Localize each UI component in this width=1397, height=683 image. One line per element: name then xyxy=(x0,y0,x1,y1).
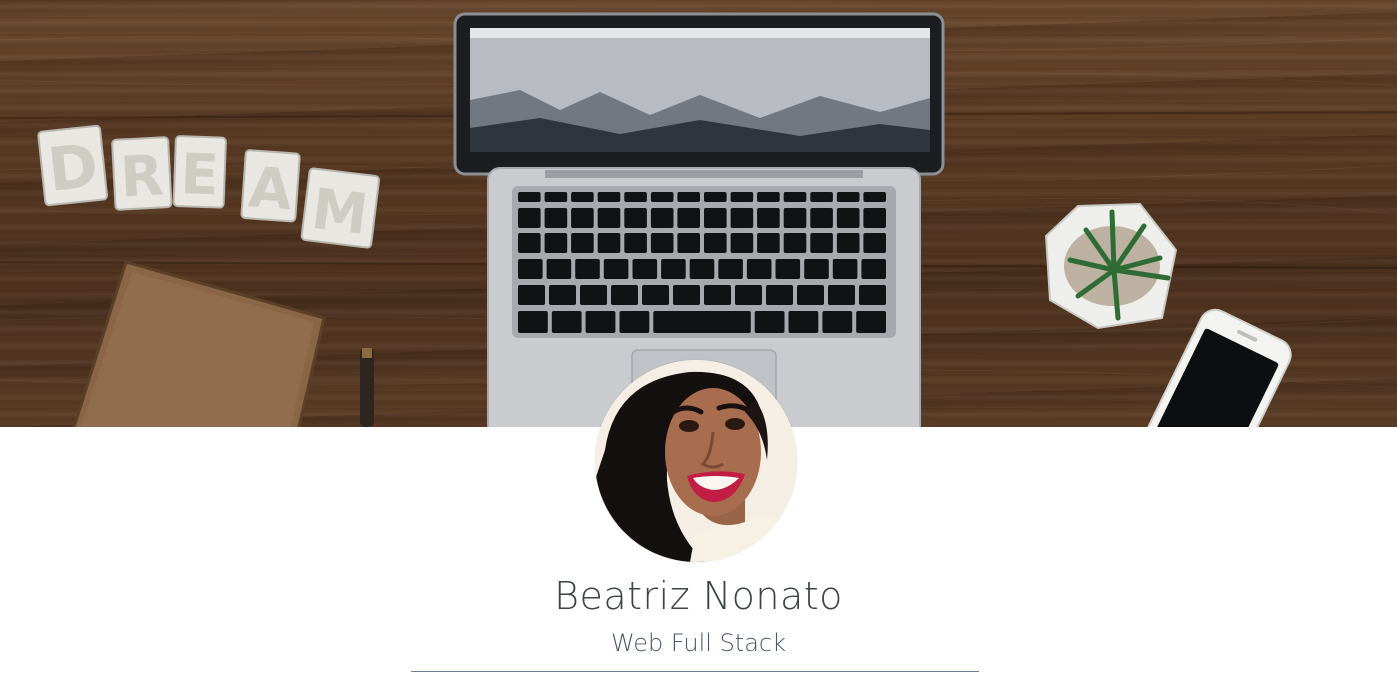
keyboard-key xyxy=(704,285,731,305)
keyboard-key xyxy=(518,208,541,228)
keyboard-key xyxy=(571,192,594,202)
keyboard-key xyxy=(863,208,886,228)
divider xyxy=(411,671,979,672)
svg-text:R: R xyxy=(119,143,165,210)
keyboard-key xyxy=(575,259,600,279)
keyboard-key xyxy=(551,311,582,333)
dream-letters: D R E A M xyxy=(37,124,381,249)
keyboard-key xyxy=(619,311,650,333)
keyboard-key xyxy=(518,259,543,279)
keyboard-key xyxy=(585,311,616,333)
keyboard-key xyxy=(597,233,621,253)
keyboard-key xyxy=(518,285,545,305)
keyboard-key xyxy=(810,192,833,202)
keyboard-key xyxy=(783,192,807,202)
keyboard-key xyxy=(603,259,629,279)
keyboard-key xyxy=(754,311,785,333)
keyboard-key xyxy=(746,259,772,279)
keyboard-key xyxy=(546,259,572,279)
keyboard-key xyxy=(597,192,621,202)
keyboard-key xyxy=(828,285,855,305)
keyboard-key xyxy=(836,208,860,228)
keyboard-key xyxy=(856,311,886,333)
keyboard-key xyxy=(661,259,686,279)
keyboard-key xyxy=(788,311,819,333)
keyboard-key xyxy=(624,233,647,253)
keyboard-key xyxy=(642,285,669,305)
avatar-photo xyxy=(595,360,797,562)
keyboard-key xyxy=(650,233,674,253)
keyboard-key xyxy=(677,192,700,202)
keyboard-key xyxy=(757,233,780,253)
keyboard-key xyxy=(624,192,647,202)
keyboard-key xyxy=(571,233,594,253)
keyboard-key xyxy=(704,233,727,253)
keyboard-key xyxy=(677,233,700,253)
keyboard-key xyxy=(632,259,658,279)
keyboard-key xyxy=(544,192,568,202)
keyboard-key xyxy=(597,208,621,228)
svg-text:M: M xyxy=(308,177,371,248)
profile-name: Beatriz Nonato xyxy=(554,574,843,618)
keyboard-key xyxy=(735,285,762,305)
keyboard-key xyxy=(822,311,853,333)
keyboard-key xyxy=(580,285,607,305)
keyboard-key xyxy=(863,192,886,202)
keyboard-key xyxy=(797,285,824,305)
phone xyxy=(1146,308,1292,427)
keyboard-key xyxy=(757,208,780,228)
keyboard-key xyxy=(832,259,858,279)
profile-avatar xyxy=(595,360,797,562)
keyboard-key xyxy=(810,233,833,253)
keyboard-key xyxy=(650,208,674,228)
pen xyxy=(360,348,374,427)
keyboard-key xyxy=(624,208,647,228)
keyboard-key xyxy=(571,208,594,228)
keyboard-key xyxy=(718,259,743,279)
keyboard-key xyxy=(518,192,541,202)
keyboard-key xyxy=(836,233,860,253)
keyboard-key xyxy=(836,192,860,202)
keyboard-key xyxy=(677,208,700,228)
keyboard-key xyxy=(611,285,638,305)
keyboard-key xyxy=(863,233,886,253)
keyboard-key xyxy=(518,311,548,333)
keyboard-key xyxy=(518,233,541,253)
keyboard-key xyxy=(653,311,751,333)
svg-text:D: D xyxy=(45,131,102,206)
keyboard-key xyxy=(730,208,754,228)
keyboard-key xyxy=(704,192,727,202)
keyboard-key xyxy=(544,233,568,253)
keyboard-key xyxy=(810,208,833,228)
plant xyxy=(1044,202,1178,330)
svg-text:A: A xyxy=(246,155,294,223)
keyboard-key xyxy=(730,192,754,202)
keyboard-key xyxy=(783,233,807,253)
keyboard-key xyxy=(804,259,829,279)
keyboard-key xyxy=(549,285,576,305)
keyboard-key xyxy=(544,208,568,228)
svg-text:E: E xyxy=(179,142,220,208)
notebook xyxy=(72,260,326,427)
keyboard-key xyxy=(689,259,715,279)
keyboard-key xyxy=(783,208,807,228)
keyboard-key xyxy=(775,259,801,279)
keyboard-key xyxy=(859,285,886,305)
keyboard-key xyxy=(650,192,674,202)
keyboard-key xyxy=(861,259,886,279)
keyboard-key xyxy=(730,233,754,253)
profile-role: Web Full Stack xyxy=(610,629,787,657)
keyboard-key xyxy=(766,285,793,305)
keyboard-key xyxy=(673,285,700,305)
keyboard-key xyxy=(704,208,727,228)
keyboard-key xyxy=(757,192,780,202)
